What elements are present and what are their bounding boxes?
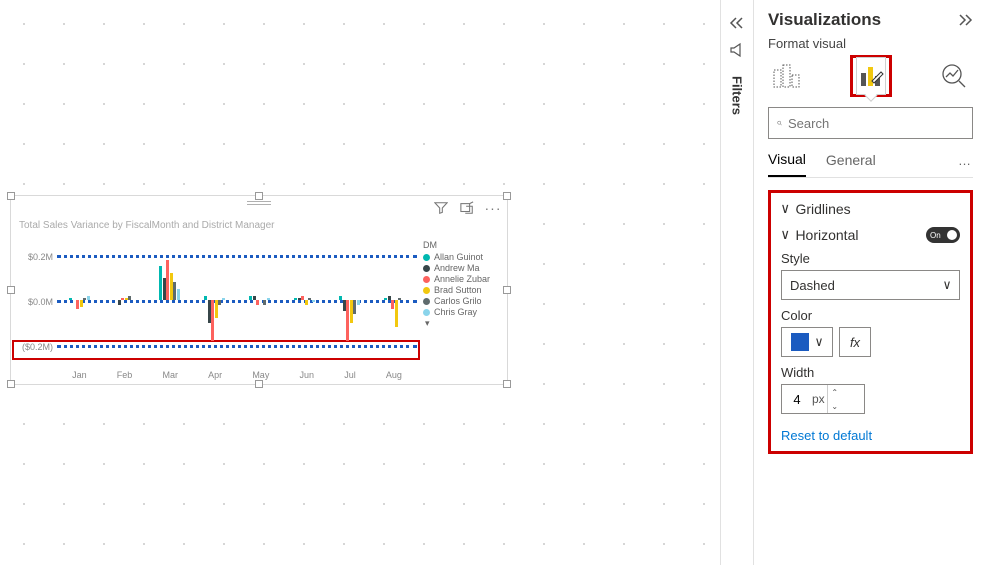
chevron-down-icon: ∨ [815,335,823,350]
resize-handle[interactable] [7,286,15,294]
build-visual-button[interactable] [768,57,806,95]
legend-item[interactable]: Annelie Zubar [423,274,493,284]
bar[interactable] [395,300,398,327]
resize-handle[interactable] [503,380,511,388]
plot-area: JanFeb MarApr MayJun JulAug [57,240,417,380]
focus-mode-icon[interactable] [459,200,475,216]
chart-title: Total Sales Variance by FiscalMonth and … [19,220,274,231]
resize-handle[interactable] [7,380,15,388]
expand-icon[interactable] [957,13,973,27]
legend-dot-icon [423,287,430,294]
chevron-down-icon: ∨ [781,201,789,217]
width-input[interactable] [782,392,812,407]
horizontal-toggle-header[interactable]: ∨ Horizontal [781,227,858,243]
announce-icon[interactable] [729,42,745,58]
legend-item[interactable]: Carlos Grilo [423,296,493,306]
legend-dot-icon [423,309,430,316]
bar[interactable] [398,298,401,300]
analytics-button[interactable] [935,57,973,95]
report-canvas[interactable]: ··· Total Sales Variance by FiscalMonth … [0,0,720,565]
style-select[interactable]: Dashed ∨ [781,270,960,300]
filters-rail: Filters [720,0,754,565]
search-field[interactable] [788,116,964,131]
gridline [57,300,417,303]
legend-item[interactable]: Brad Sutton [423,285,493,295]
legend-label: Allan Guinot [434,252,483,262]
chevron-down-icon: ∨ [781,227,789,243]
legend-dot-icon [423,298,430,305]
bar[interactable] [128,296,131,301]
resize-handle[interactable] [7,192,15,200]
bar[interactable] [305,300,308,305]
tab-more[interactable]: … [958,153,973,176]
reset-to-default-link[interactable]: Reset to default [781,428,960,443]
bar[interactable] [263,300,266,305]
spinner-up-icon[interactable]: ⌃ [828,385,842,399]
legend-label: Annelie Zubar [434,274,490,284]
legend-item[interactable]: Allan Guinot [423,252,493,262]
color-picker[interactable]: ∨ [781,327,833,357]
search-input[interactable] [768,107,973,139]
bar[interactable] [218,300,221,305]
bar[interactable] [87,296,90,301]
panel-subtitle: Format visual [768,36,973,51]
bar[interactable] [267,298,270,300]
tab-visual[interactable]: Visual [768,151,806,177]
legend-dot-icon [423,276,430,283]
width-stepper[interactable]: px ⌃ ⌄ [781,384,865,414]
bar[interactable] [357,300,360,305]
search-icon [777,116,782,130]
resize-handle[interactable] [503,192,511,200]
drag-handle-icon[interactable] [247,199,271,207]
more-options-icon[interactable]: ··· [485,200,501,216]
gridline [57,255,417,258]
chart-legend: DM Allan GuinotAndrew MaAnnelie ZubarBra… [417,240,493,374]
bar[interactable] [312,300,315,302]
gridlines-section: ∨ Gridlines ∨ Horizontal On Style Dashed… [768,190,973,454]
filters-label[interactable]: Filters [730,76,745,115]
legend-item[interactable]: Chris Gray [423,307,493,317]
legend-dot-icon [423,265,430,272]
legend-label: Brad Sutton [434,285,482,295]
x-axis-labels: JanFeb MarApr MayJun JulAug [57,370,417,380]
format-visual-button[interactable] [852,57,890,95]
gridlines-toggle[interactable]: ∨ Gridlines [781,201,960,217]
highlight-annotation [12,340,420,360]
legend-label: Carlos Grilo [434,296,482,306]
legend-label: Andrew Ma [434,263,480,273]
bar[interactable] [69,298,72,300]
spinner-down-icon[interactable]: ⌄ [828,399,842,413]
style-label: Style [781,251,960,266]
bar[interactable] [256,300,259,305]
bar[interactable] [222,298,225,300]
bar[interactable] [177,289,180,300]
horizontal-on-toggle[interactable]: On [926,227,960,243]
filter-icon[interactable] [433,200,449,216]
color-swatch [791,333,809,351]
bar[interactable] [80,300,83,307]
y-axis-labels: $0.2M $0.0M ($0.2M) [19,252,57,352]
collapse-icon[interactable] [729,16,745,30]
tab-general[interactable]: General [826,152,876,176]
legend-item[interactable]: Andrew Ma [423,263,493,273]
panel-title: Visualizations [768,10,881,30]
resize-handle[interactable] [255,380,263,388]
chevron-down-icon: ∨ [943,278,951,293]
legend-label: Chris Gray [434,307,477,317]
color-label: Color [781,308,960,323]
legend-dot-icon [423,254,430,261]
visualizations-panel: Visualizations Format visual Visual Gene… [754,0,987,565]
resize-handle[interactable] [503,286,511,294]
legend-more-icon[interactable]: ▾ [423,318,493,329]
bar[interactable] [118,300,121,305]
fx-button[interactable]: fx [839,327,871,357]
width-label: Width [781,365,960,380]
chart-visual[interactable]: ··· Total Sales Variance by FiscalMonth … [10,195,508,385]
